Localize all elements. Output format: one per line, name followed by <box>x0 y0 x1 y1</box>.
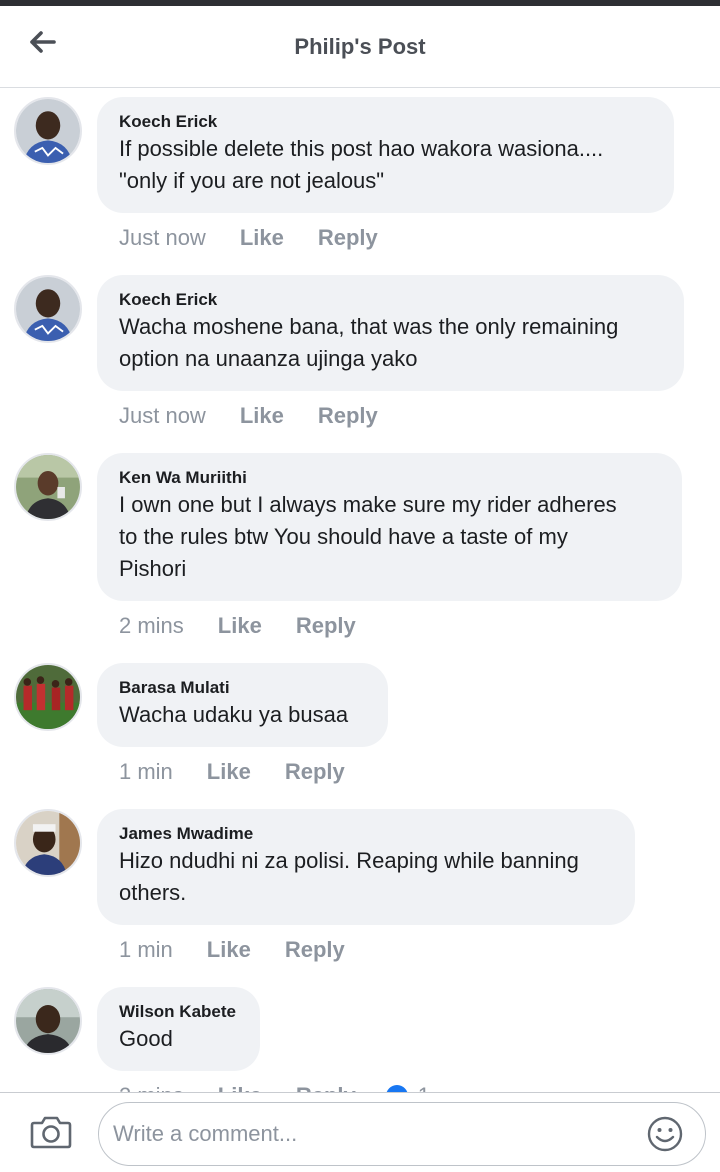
comment-actions: Just now Like Reply <box>119 225 378 251</box>
comment-bubble[interactable]: Wilson Kabete Good <box>97 987 260 1071</box>
comment-author[interactable]: Ken Wa Muriithi <box>119 467 660 489</box>
like-button[interactable]: Like <box>207 937 251 963</box>
reply-button[interactable]: Reply <box>285 759 345 785</box>
comment-author[interactable]: Koech Erick <box>119 111 652 133</box>
like-button[interactable]: Like <box>240 403 284 429</box>
comment-bubble[interactable]: Koech Erick Wacha moshene bana, that was… <box>97 275 684 391</box>
comment-text: Wacha udaku ya busaa <box>119 702 349 727</box>
comment-text: If possible delete this post hao wakora … <box>119 136 604 193</box>
avatar[interactable] <box>14 809 82 877</box>
reaction-count[interactable]: 1 <box>385 1083 430 1092</box>
avatar[interactable] <box>14 97 82 165</box>
avatar[interactable] <box>14 987 82 1055</box>
reply-button[interactable]: Reply <box>318 403 378 429</box>
like-button[interactable]: Like <box>218 613 262 639</box>
comment-time: Just now <box>119 403 206 428</box>
comment-author[interactable]: Koech Erick <box>119 289 662 311</box>
like-button[interactable]: Like <box>218 1083 262 1092</box>
avatar[interactable] <box>14 275 82 343</box>
like-button[interactable]: Like <box>207 759 251 785</box>
post-header: Philip's Post <box>0 6 720 88</box>
avatar[interactable] <box>14 663 82 731</box>
like-button[interactable]: Like <box>240 225 284 251</box>
comment-text: I own one but I always make sure my ride… <box>119 492 617 581</box>
emoji-button[interactable] <box>646 1115 684 1153</box>
reply-button[interactable]: Reply <box>296 1083 356 1092</box>
comment-time: 1 min <box>119 759 173 784</box>
camera-icon <box>30 1116 72 1149</box>
comment-input[interactable] <box>98 1102 706 1166</box>
comment-bubble[interactable]: Barasa Mulati Wacha udaku ya busaa <box>97 663 388 747</box>
camera-button[interactable] <box>30 1113 72 1151</box>
comment-composer <box>0 1092 720 1172</box>
comment-actions: 2 mins Like Reply 1 <box>119 1083 430 1092</box>
comment-time: 2 mins <box>119 613 184 638</box>
comment-time: Just now <box>119 225 206 250</box>
like-reaction-icon <box>385 1085 408 1092</box>
comment-bubble[interactable]: Ken Wa Muriithi I own one but I always m… <box>97 453 682 601</box>
comment-actions: 1 min Like Reply <box>119 759 345 785</box>
comment-actions: 1 min Like Reply <box>119 937 345 963</box>
comment-author[interactable]: Barasa Mulati <box>119 677 366 699</box>
reply-button[interactable]: Reply <box>296 613 356 639</box>
reply-button[interactable]: Reply <box>318 225 378 251</box>
comment-text: Good <box>119 1026 173 1051</box>
comment-list: Koech Erick If possible delete this post… <box>0 89 720 1092</box>
comment-time: 1 min <box>119 937 173 962</box>
comment-bubble[interactable]: Koech Erick If possible delete this post… <box>97 97 674 213</box>
page-title: Philip's Post <box>294 34 426 59</box>
comment-author[interactable]: Wilson Kabete <box>119 1001 238 1023</box>
comment-actions: 2 mins Like Reply <box>119 613 356 639</box>
reaction-count-value: 1 <box>418 1083 430 1092</box>
comment-text: Hizo ndudhi ni za polisi. Reaping while … <box>119 848 579 905</box>
smiley-icon <box>647 1116 683 1152</box>
comment-text: Wacha moshene bana, that was the only re… <box>119 314 619 371</box>
comment-actions: Just now Like Reply <box>119 403 378 429</box>
comment-author[interactable]: James Mwadime <box>119 823 613 845</box>
reply-button[interactable]: Reply <box>285 937 345 963</box>
avatar[interactable] <box>14 453 82 521</box>
comment-bubble[interactable]: James Mwadime Hizo ndudhi ni za polisi. … <box>97 809 635 925</box>
comment-time: 2 mins <box>119 1083 184 1092</box>
